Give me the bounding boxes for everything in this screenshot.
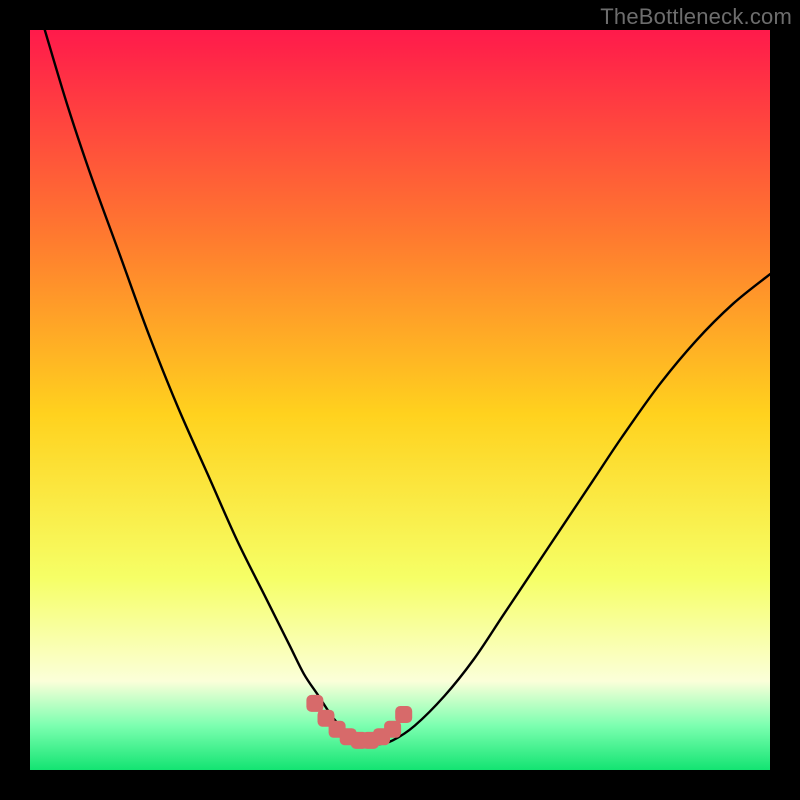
plot-area bbox=[30, 30, 770, 770]
watermark-text: TheBottleneck.com bbox=[600, 4, 792, 30]
gradient-background bbox=[30, 30, 770, 770]
optimal-marker bbox=[384, 721, 401, 738]
optimal-marker bbox=[395, 706, 412, 723]
chart-frame: TheBottleneck.com bbox=[0, 0, 800, 800]
chart-svg bbox=[30, 30, 770, 770]
optimal-marker bbox=[306, 695, 323, 712]
